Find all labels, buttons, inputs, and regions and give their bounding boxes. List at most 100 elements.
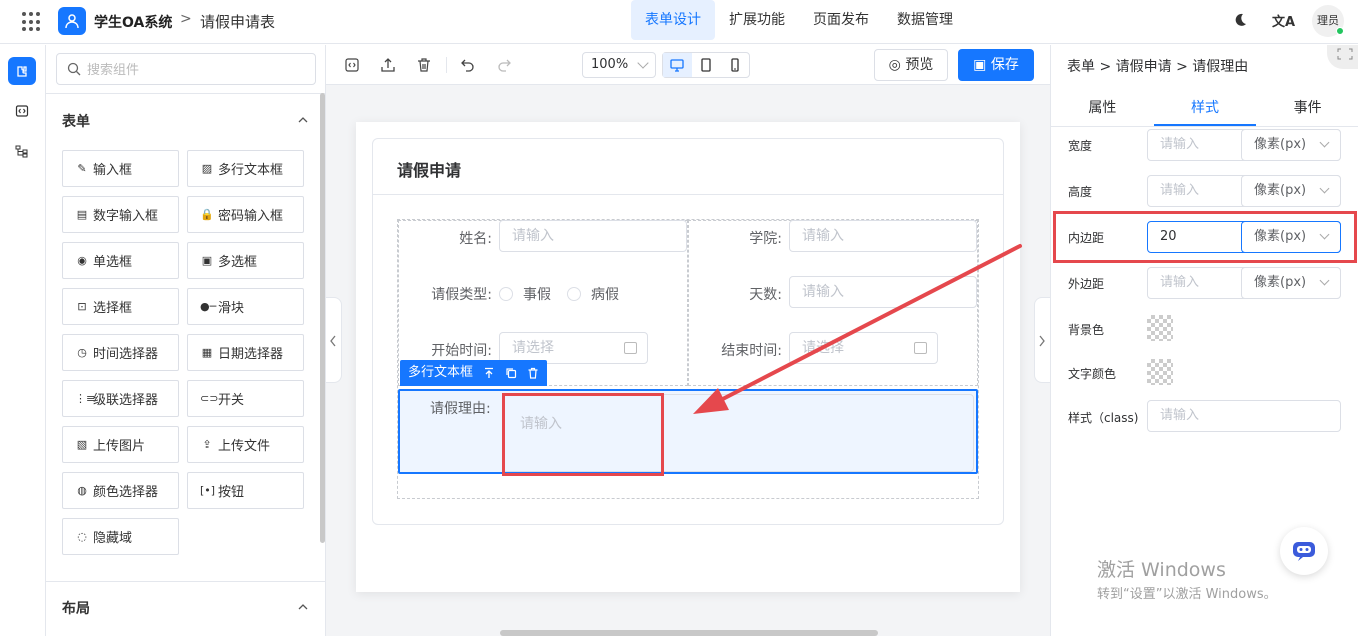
export-icon[interactable] [380,57,396,73]
divider [373,194,1003,195]
comp-upload-image[interactable]: ▧ 上传图片 [62,426,179,463]
height-unit-select[interactable]: 像素(px) [1241,175,1341,207]
comp-input[interactable]: ✎ 输入框 [62,150,179,187]
tab-events[interactable]: 事件 [1256,89,1358,126]
selected-textarea-item[interactable]: 请假理由: 请输入 [398,389,978,476]
scrollbar[interactable] [320,93,325,543]
height-input[interactable]: 请输入 像素(px) [1147,175,1341,207]
translate-icon[interactable]: 文A [1272,11,1295,30]
save-button[interactable]: ▣ 保存 [958,49,1034,81]
class-input[interactable]: 请输入 [1147,400,1341,432]
zoom-value: 100% [591,57,629,72]
annotation-highlight [1053,211,1357,263]
comp-checkbox[interactable]: ▣ 多选框 [187,242,304,279]
name-input[interactable]: 请输入 [499,220,687,252]
chevron-left-icon [330,335,336,347]
comp-label: 按钮 [218,485,245,500]
trash-icon[interactable] [416,57,432,73]
breadcrumb-item[interactable]: 表单 [1067,59,1095,75]
component-search[interactable] [56,53,316,85]
code-rail-icon[interactable] [8,97,36,125]
top-nav: 表单设计 扩展功能 页面发布 数据管理 [631,0,967,40]
end-time-picker[interactable]: 请选择 [789,332,938,364]
unit-value: 像素(px) [1254,275,1307,290]
horizontal-scrollbar[interactable] [500,630,878,636]
lock-icon: 🔒 [200,208,214,221]
comp-button[interactable]: [•] 按钮 [187,472,304,509]
calendar-icon [624,342,637,354]
comp-cascader[interactable]: ⋮≡ 级联选择器 [62,380,179,417]
apps-grid-icon[interactable] [22,12,42,32]
college-input[interactable]: 请输入 [789,220,977,252]
move-top-icon[interactable] [483,367,495,379]
eye-off-icon: ◌ [77,530,87,543]
outline-tree-icon[interactable] [8,137,36,165]
comp-radio[interactable]: ◉ 单选框 [62,242,179,279]
comp-number-input[interactable]: ▤ 数字输入框 [62,196,179,233]
tab-extensions[interactable]: 扩展功能 [715,0,799,40]
avatar[interactable]: 理员 [1312,5,1344,37]
search-input[interactable] [87,60,307,80]
width-input[interactable]: 请输入 像素(px) [1147,129,1341,161]
cascader-icon: ⋮≡ [75,392,96,405]
device-switcher [662,52,750,78]
save-label: 保存 [990,57,1019,73]
code-view-icon[interactable] [344,57,360,73]
comp-select[interactable]: ⊡ 选择框 [62,288,179,325]
chevron-up-icon[interactable] [298,115,308,125]
form-canvas: 请假申请 姓名: 请输入 学院: 请输入 请假类型: 事假 病假 天数: 请输入… [356,122,1020,592]
delete-icon[interactable] [527,367,539,379]
background-color-picker[interactable] [1147,315,1173,341]
comp-color-picker[interactable]: ◍ 颜色选择器 [62,472,179,509]
width-placeholder: 请输入 [1160,137,1200,152]
mobile-icon[interactable] [720,53,749,77]
comp-password-input[interactable]: 🔒 密码输入框 [187,196,304,233]
collapse-left-handle[interactable] [326,297,342,383]
tab-data-management[interactable]: 数据管理 [883,0,967,40]
preview-button[interactable]: ◎ 预览 [874,49,948,81]
comp-textarea[interactable]: ▨ 多行文本框 [187,150,304,187]
text-color-picker[interactable] [1147,359,1173,385]
save-icon: ▣ [973,57,991,73]
tab-style[interactable]: 样式 [1153,89,1257,126]
margin-unit-select[interactable]: 像素(px) [1241,267,1341,299]
assistant-bot-icon[interactable] [1280,527,1328,575]
comp-slider[interactable]: ●─ 滑块 [187,288,304,325]
tablet-icon[interactable] [692,53,721,77]
components-rail-icon[interactable] [8,57,36,85]
comp-date-picker[interactable]: ▦ 日期选择器 [187,334,304,371]
comp-time-picker[interactable]: ◷ 时间选择器 [62,334,179,371]
radio-personal-leave[interactable]: 事假 [499,284,551,304]
radio-icon: ◉ [77,254,87,267]
dark-mode-icon[interactable] [1232,12,1248,28]
breadcrumb-separator: > [1099,59,1116,75]
copy-icon[interactable] [505,367,517,379]
clock-icon: ◷ [77,346,87,359]
comp-upload-file[interactable]: ⇪ 上传文件 [187,426,304,463]
redo-icon[interactable] [496,57,512,73]
expand-icon[interactable] [1327,45,1358,69]
undo-icon[interactable] [460,57,476,73]
radio-sick-leave[interactable]: 病假 [567,284,619,304]
tab-form-design[interactable]: 表单设计 [631,0,715,40]
tab-publish[interactable]: 页面发布 [799,0,883,40]
pencil-icon: ✎ [77,162,87,175]
width-unit-select[interactable]: 像素(px) [1241,129,1341,161]
preview-label: 预览 [905,57,934,73]
breadcrumb-separator: > [180,11,192,27]
chevron-up-icon[interactable] [298,602,308,612]
breadcrumb-item[interactable]: 请假申请 [1116,59,1172,75]
comp-switch[interactable]: ⊂⊃ 开关 [187,380,304,417]
margin-input[interactable]: 请输入 像素(px) [1147,267,1341,299]
days-input[interactable]: 请输入 [789,276,977,308]
comp-hidden-field[interactable]: ◌ 隐藏域 [62,518,179,555]
comp-label: 开关 [218,393,245,408]
collapse-right-handle[interactable] [1034,297,1050,383]
tab-attributes[interactable]: 属性 [1051,89,1154,126]
comp-label: 选择框 [93,301,133,316]
height-placeholder: 请输入 [1160,183,1200,198]
section-title-form: 表单 [62,114,90,130]
form-title: 请假申请 [397,161,462,180]
desktop-icon[interactable] [663,53,692,77]
zoom-select[interactable]: 100% [582,52,656,78]
